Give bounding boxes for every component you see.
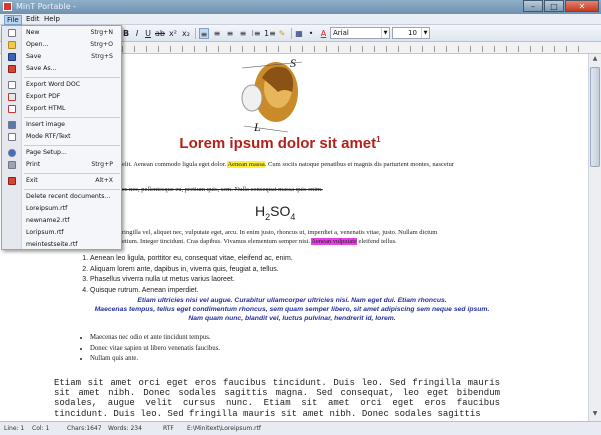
chevron-down-icon: ▼ xyxy=(421,28,429,38)
menu-item-mode-rtf[interactable]: Mode RTF/Text xyxy=(2,132,123,142)
new-file-icon xyxy=(8,29,16,37)
menu-item-insert-image[interactable]: Insert image xyxy=(2,120,123,130)
recent-file-item[interactable]: newname2.rtf xyxy=(2,216,123,226)
align-center-icon[interactable]: ≡ xyxy=(212,28,222,39)
menu-item-export-doc[interactable]: Export Word DOC xyxy=(2,80,123,90)
font-name: Arial xyxy=(333,29,349,37)
scroll-thumb[interactable] xyxy=(590,67,600,167)
file-menu-dropdown: New Strg+N Open... Strg+O Save Strg+S Save … xyxy=(1,25,122,250)
scroll-up-icon[interactable]: ▲ xyxy=(590,55,600,65)
maximize-button[interactable]: □ xyxy=(544,0,564,12)
list-item: Donec vitae sapien ut libero venenatis f… xyxy=(90,344,220,355)
superscript-button[interactable]: x² xyxy=(168,28,178,39)
image-icon xyxy=(8,121,16,129)
list-item: Phasellus viverra nulla ut metus varius … xyxy=(90,275,293,286)
font-color-icon[interactable]: A xyxy=(319,28,328,39)
word-doc-icon xyxy=(8,81,16,89)
save-as-icon xyxy=(8,65,16,73)
menu-edit[interactable]: Edit xyxy=(26,15,40,23)
status-line: Line: 1 xyxy=(4,425,25,432)
status-chars: Chars:1647 xyxy=(67,425,102,432)
menu-file[interactable]: File xyxy=(4,15,22,25)
folder-open-icon xyxy=(8,41,16,49)
list-item: Maecenas nec odio et ante tincidunt temp… xyxy=(90,333,220,344)
align-left-icon[interactable]: ≡ xyxy=(199,28,209,39)
underline-button[interactable]: U xyxy=(144,28,152,39)
vertical-scrollbar[interactable]: ▲ ▼ xyxy=(588,54,601,421)
strikethrough-button[interactable]: ab xyxy=(155,28,165,39)
menu-item-delete-recent[interactable]: Delete recent documents... xyxy=(2,192,123,202)
paragraph-3-line-2: etium. Integer tincidunt. Cras dapibus. … xyxy=(122,238,397,245)
paragraph-1: elit. Aenean commodo ligula eget dolor. … xyxy=(122,161,454,168)
document-title: Lorem ipsum dolor sit amet1 xyxy=(179,135,381,152)
logo-letter-s: S xyxy=(290,56,296,70)
menu-help[interactable]: Help xyxy=(44,15,60,23)
menu-item-save[interactable]: Save Strg+S xyxy=(2,52,123,62)
menu-item-print[interactable]: Print Strg+P xyxy=(2,160,123,170)
page-setup-icon xyxy=(8,149,16,157)
blue-paragraph-line-3: Nam quam nunc, blandit vel, luctus pulvi… xyxy=(188,315,396,322)
menu-item-export-html[interactable]: Export HTML xyxy=(2,104,123,114)
recent-file-item[interactable]: meintestseite.rtf xyxy=(2,240,123,250)
list-item: Aliquam lorem ante, dapibus in, viverra … xyxy=(90,265,293,276)
monospace-paragraph: Etiam sit amet orci eget eros faucibus t… xyxy=(54,378,500,419)
document-mode-icon xyxy=(8,133,16,141)
bullet-list: Maecenas nec odio et ante tincidunt temp… xyxy=(82,333,220,365)
paragraph-2: es nec, pellentesque eu, pretium quis, s… xyxy=(122,186,323,193)
recent-file-item[interactable]: Loripsum.rtf xyxy=(2,228,123,238)
blue-paragraph-line-1: Etiam ultricies nisi vel augue. Curabitu… xyxy=(137,297,447,304)
paragraph-3-line-1: ringilla vel, aliquet nec, vulputate ege… xyxy=(122,229,438,236)
recent-file-item[interactable]: Loreipsum.rtf xyxy=(2,204,123,214)
table-icon[interactable]: ▦ xyxy=(294,28,304,39)
align-right-icon[interactable]: ≡ xyxy=(225,28,235,39)
scroll-down-icon[interactable]: ▼ xyxy=(590,410,600,420)
font-size: 10 xyxy=(408,29,417,37)
italic-button[interactable]: I xyxy=(133,28,141,39)
status-path: E:\Minitext\Loreipsum.rtf xyxy=(187,425,262,432)
status-bar: Line: 1 Col: 1 Chars:1647 Words: 234 RTF… xyxy=(0,421,601,435)
status-mode: RTF xyxy=(163,425,174,432)
save-icon xyxy=(8,53,16,61)
menu-item-export-pdf[interactable]: Export PDF xyxy=(2,92,123,102)
list-item: Nullam quis ante. xyxy=(90,354,220,365)
numbered-list-icon[interactable]: 1≡ xyxy=(264,28,276,39)
app-icon xyxy=(3,2,12,11)
minimize-button[interactable]: – xyxy=(523,0,543,12)
exit-icon xyxy=(8,177,16,185)
justify-icon[interactable]: ≡ xyxy=(238,28,248,39)
html-icon xyxy=(8,105,16,113)
menu-item-page-setup[interactable]: Page Setup... xyxy=(2,148,123,158)
font-size-select[interactable]: 10 ▼ xyxy=(392,27,430,39)
printer-icon xyxy=(8,161,16,169)
chemical-formula: H2SO4 xyxy=(255,203,296,222)
status-col: Col: 1 xyxy=(32,425,50,432)
highlight-icon[interactable]: ✎ xyxy=(277,28,287,39)
title-bar: MinT Portable - – □ ✕ xyxy=(0,0,601,14)
window-title: MinT Portable - xyxy=(16,2,77,11)
list-item: Aenean leo ligula, porttitor eu, consequ… xyxy=(90,254,293,265)
menu-item-save-as[interactable]: Save As... xyxy=(2,64,123,74)
ordered-list: Aenean leo ligula, porttitor eu, consequ… xyxy=(80,254,293,296)
bullet-icon[interactable]: • xyxy=(306,28,316,39)
close-button[interactable]: ✕ xyxy=(565,0,599,12)
menu-item-open[interactable]: Open... Strg+O xyxy=(2,40,123,50)
menu-item-new[interactable]: New Strg+N xyxy=(2,28,123,38)
pdf-icon xyxy=(8,93,16,101)
chevron-down-icon: ▼ xyxy=(381,28,389,38)
logo-image: S L xyxy=(232,56,312,136)
logo-letter-l: L xyxy=(254,120,261,134)
menu-item-exit[interactable]: Exit Alt+X xyxy=(2,176,123,186)
status-words: Words: 234 xyxy=(108,425,142,432)
list-item: Quisque rutrum. Aenean imperdiet. xyxy=(90,286,293,297)
font-select[interactable]: Arial ▼ xyxy=(330,27,390,39)
menu-bar: File Edit Help xyxy=(0,14,601,25)
bullet-list-icon[interactable]: ⁝≡ xyxy=(251,28,261,39)
blue-paragraph-line-2: Maecenas tempus, tellus eget condimentum… xyxy=(94,306,490,313)
bold-button[interactable]: B xyxy=(122,28,130,39)
subscript-button[interactable]: x₂ xyxy=(181,28,191,39)
